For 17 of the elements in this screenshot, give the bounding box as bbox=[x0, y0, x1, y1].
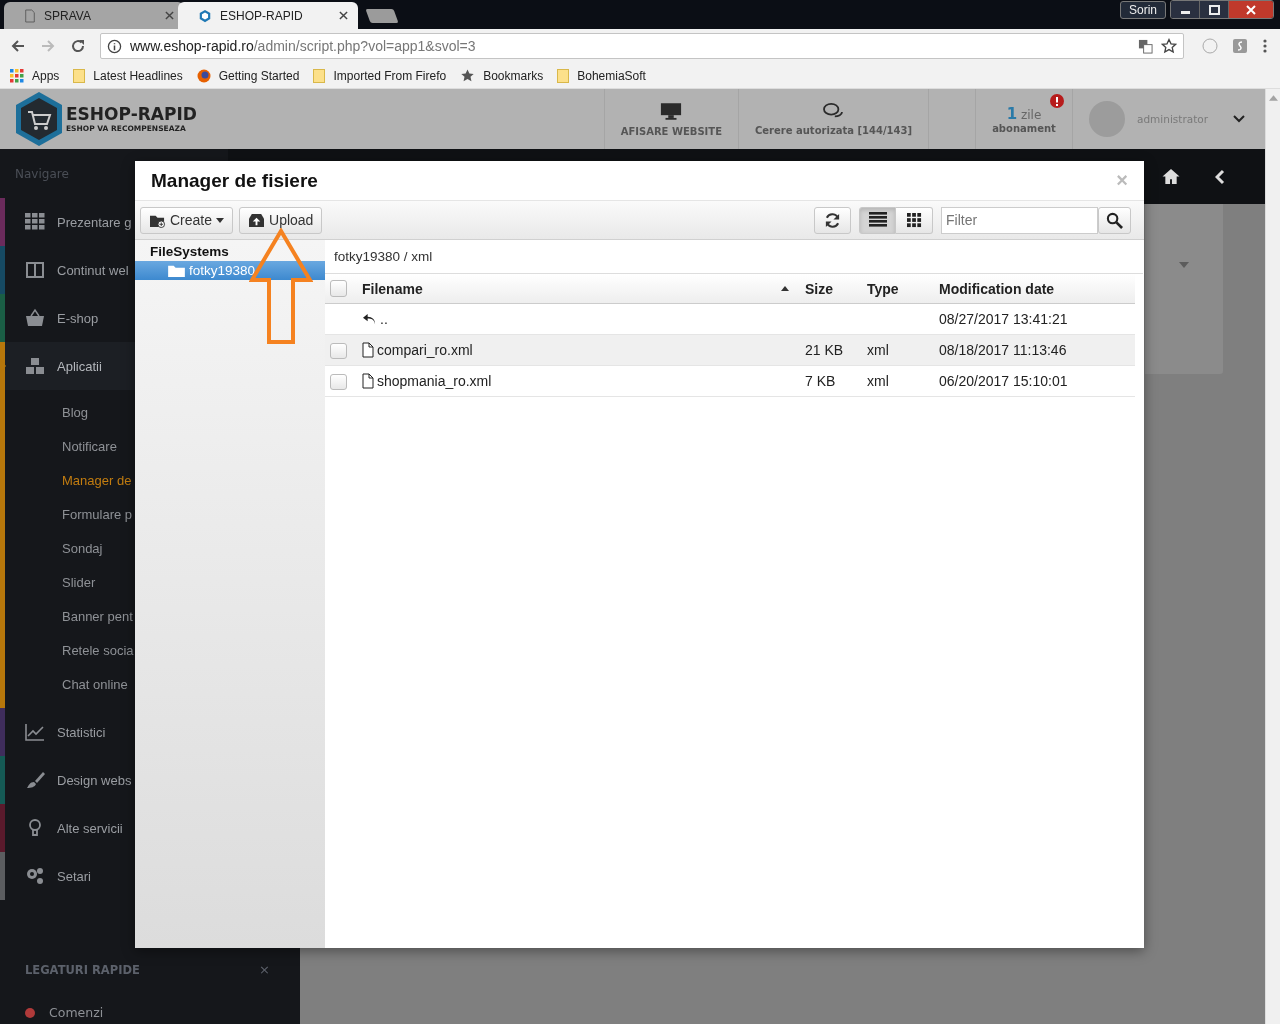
table-cell: 06/20/2017 15:10:01 bbox=[939, 373, 1068, 389]
breadcrumb: fotky19380 / xml bbox=[334, 249, 433, 264]
file-name: .. bbox=[380, 311, 388, 327]
quick-links-heading: LEGATURI RAPIDE bbox=[25, 962, 140, 977]
table-cell: 08/27/2017 13:41:21 bbox=[939, 311, 1068, 327]
file-name: shopmania_ro.xml bbox=[377, 373, 492, 389]
tree-heading: FileSystems bbox=[149, 244, 230, 261]
table-cell: 7 KB bbox=[805, 373, 836, 389]
table-cell: 21 KB bbox=[805, 342, 844, 358]
url-text: www.eshop-rapid.ro/admin/script.php?vol=app1&svol=3 bbox=[130, 38, 476, 54]
sidebar-heading: Navigare bbox=[15, 167, 69, 180]
table-cell: 08/18/2017 11:13:46 bbox=[939, 342, 1067, 358]
table-cell: xml bbox=[867, 342, 889, 358]
file-name: compari_ro.xml bbox=[377, 342, 473, 358]
dialog-title: Manager de fisiere bbox=[151, 169, 318, 192]
table-cell: xml bbox=[867, 373, 889, 389]
logo-title: ESHOP-RAPID bbox=[66, 105, 197, 124]
